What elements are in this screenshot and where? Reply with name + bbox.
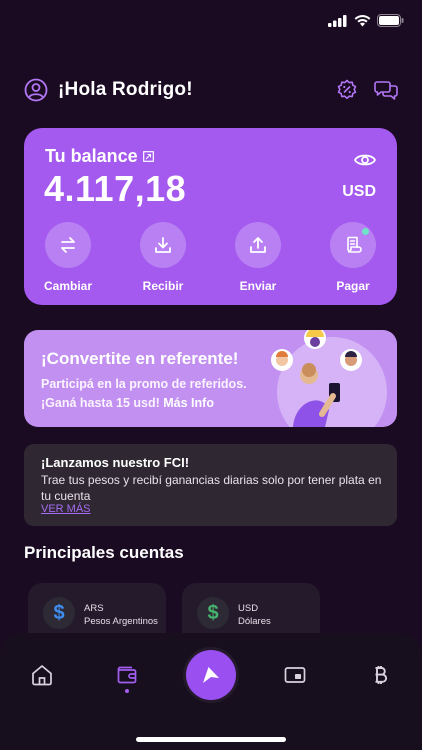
referral-banner[interactable]: ¡Convertite en referente! Participá en l… [24, 330, 397, 427]
referral-line-2: ¡Ganá hasta 15 usd! Más Info [41, 394, 247, 413]
dollar-symbol: $ [207, 601, 219, 624]
promo-badge-icon[interactable] [336, 79, 358, 101]
receive-button[interactable]: Recibir [139, 222, 187, 293]
new-dot-icon [362, 228, 369, 235]
wifi-icon [354, 14, 371, 26]
home-indicator [136, 737, 286, 742]
send-action-button[interactable] [186, 650, 236, 700]
balance-card: Tu balance 4.117,18 USD Cambiar Recibir … [24, 128, 397, 305]
swap-label: Cambiar [43, 279, 93, 293]
news-title: ¡Lanzamos nuestro FCI! [41, 455, 190, 470]
balance-amount: 4.117,18 [44, 168, 187, 209]
referral-text: Participá en la promo de referidos. ¡Gan… [41, 375, 247, 413]
referral-title: ¡Convertite en referente! [41, 349, 239, 368]
dollar-icon: $ [197, 597, 229, 629]
send-label: Enviar [239, 279, 277, 293]
signal-icon [328, 14, 347, 27]
more-info-link[interactable]: Más Info [163, 396, 214, 410]
peso-symbol: $ [53, 601, 65, 624]
see-more-link[interactable]: VER MÁS [41, 503, 91, 515]
receipt-icon [347, 236, 362, 253]
fci-news-card: ¡Lanzamos nuestro FCI! Trae tus pesos y … [24, 444, 397, 526]
download-icon [155, 237, 171, 253]
account-code: ARS [84, 603, 104, 614]
profile-icon[interactable] [24, 78, 48, 102]
upload-icon [250, 237, 266, 253]
referral-illustration-icon [271, 330, 387, 427]
account-code: USD [238, 603, 259, 614]
referral-line-1: Participá en la promo de referidos. [41, 377, 247, 391]
balance-label: Tu balance [45, 146, 138, 166]
expand-icon[interactable] [142, 151, 154, 162]
send-button[interactable]: Enviar [234, 222, 282, 293]
send-icon [203, 667, 219, 683]
news-description: Trae tus pesos y recibí ganancias diaria… [41, 473, 382, 503]
bitcoin-icon[interactable] [368, 663, 392, 687]
accounts-title: Principales cuentas [24, 543, 184, 562]
peso-icon: $ [43, 597, 75, 629]
home-icon[interactable] [30, 663, 54, 687]
balance-label-row: Tu balance [45, 146, 154, 167]
eye-icon[interactable] [354, 152, 376, 168]
balance-currency[interactable]: USD [342, 183, 376, 201]
pay-button[interactable]: Pagar [329, 222, 377, 293]
swap-button[interactable]: Cambiar [44, 222, 92, 293]
wallet-icon[interactable] [115, 663, 139, 687]
receive-label: Recibir [142, 279, 184, 293]
pay-label: Pagar [336, 279, 370, 293]
battery-icon [377, 14, 404, 27]
card-icon[interactable] [283, 663, 307, 687]
status-bar [328, 14, 404, 27]
account-name: Pesos Argentinos [84, 616, 158, 627]
balance-actions: Cambiar Recibir Enviar Pagar [24, 222, 397, 293]
referral-line-2-prefix: ¡Ganá hasta 15 usd! [41, 396, 164, 410]
greeting-header: ¡Hola Rodrigo! [24, 76, 398, 104]
active-tab-dot [125, 689, 129, 693]
chat-icon[interactable] [374, 79, 398, 101]
account-name: Dólares [238, 616, 271, 627]
swap-icon [61, 237, 75, 253]
greeting-text: ¡Hola Rodrigo! [58, 79, 193, 100]
